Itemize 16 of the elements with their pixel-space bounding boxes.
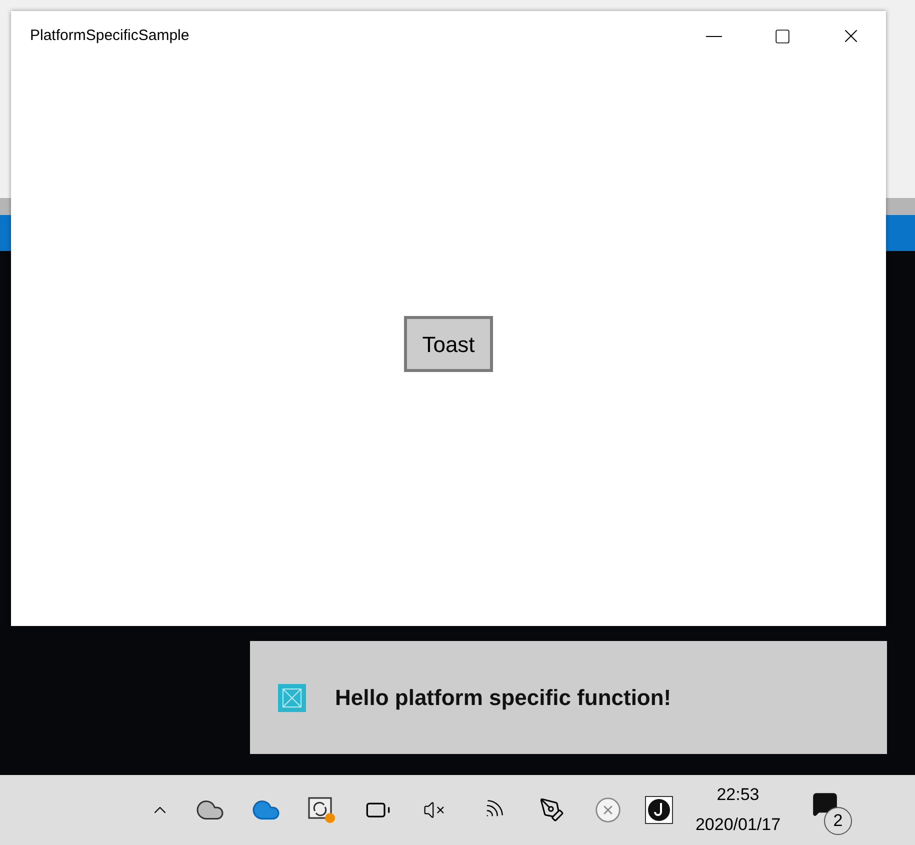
x-circle-icon xyxy=(594,796,622,824)
pen-icon xyxy=(539,797,565,823)
action-center-button[interactable]: 2 xyxy=(796,785,854,835)
toast-message: Hello platform specific function! xyxy=(335,684,672,712)
maximize-icon xyxy=(774,28,790,44)
speaker-muted-icon xyxy=(423,799,445,821)
window-title: PlatformSpecificSample xyxy=(30,26,190,46)
sync-status-icon xyxy=(307,796,337,824)
clock-time: 22:53 xyxy=(716,784,760,806)
toast-notification[interactable]: Hello platform specific function! xyxy=(250,641,887,754)
clock-button[interactable]: 22:53 2020/01/17 xyxy=(686,780,790,840)
app-logo-icon xyxy=(278,684,306,712)
toast-button[interactable]: Toast xyxy=(404,316,493,372)
letter-j-logo-icon xyxy=(645,796,673,824)
clock-date: 2020/01/17 xyxy=(695,814,781,836)
notification-count-badge: 2 xyxy=(824,807,852,835)
